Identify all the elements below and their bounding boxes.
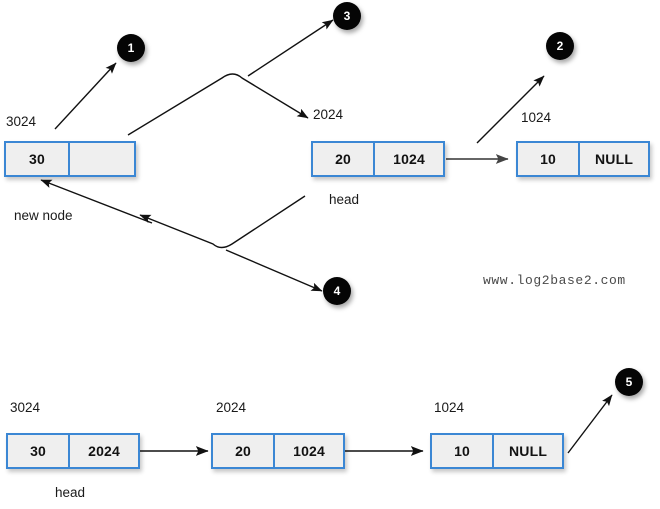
arrow-to-step-5	[567, 394, 613, 454]
node-data-cell: 20	[213, 435, 274, 467]
node-next-cell: NULL	[492, 435, 562, 467]
address-label-bottom-1024: 1024	[434, 400, 465, 415]
node-bottom-1024[interactable]: 10 NULL	[430, 433, 564, 469]
address-label-top-new-node: 3024	[6, 114, 37, 129]
arrow-lower-hump-to-step-4	[225, 249, 323, 292]
step-badge-1[interactable]: 1	[117, 34, 145, 62]
node-bottom-2024[interactable]: 20 1024	[211, 433, 345, 469]
node-next-cell	[68, 143, 134, 175]
step-badge-3[interactable]: 3	[333, 2, 361, 30]
step-badge-5[interactable]: 5	[615, 368, 643, 396]
caption-new-node: new node	[14, 208, 73, 223]
caption-head-top: head	[329, 192, 360, 207]
step-badge-2[interactable]: 2	[546, 32, 574, 60]
node-data-cell: 30	[8, 435, 69, 467]
node-top-new-node[interactable]: 30	[4, 141, 136, 177]
caption-head-bottom: head	[55, 485, 86, 500]
node-next-cell: 2024	[68, 435, 138, 467]
address-label-bottom-2024: 2024	[216, 400, 247, 415]
arrow-to-step-1	[54, 62, 117, 130]
step-badge-4[interactable]: 4	[323, 277, 351, 305]
address-label-top-2024: 2024	[313, 107, 344, 122]
node-next-cell: NULL	[578, 143, 648, 175]
node-top-2024[interactable]: 20 1024	[311, 141, 445, 177]
node-data-cell: 10	[432, 435, 493, 467]
node-bottom-3024[interactable]: 30 2024	[6, 433, 140, 469]
node-data-cell: 20	[313, 143, 374, 175]
arrow-head-to-step-4	[139, 195, 306, 249]
address-label-top-1024: 1024	[521, 110, 552, 125]
node-top-1024[interactable]: 10 NULL	[516, 141, 650, 177]
node-data-cell: 10	[518, 143, 579, 175]
node-next-cell: 1024	[373, 143, 443, 175]
watermark-text: www.log2base2.com	[483, 273, 626, 288]
arrow-newnode-to-2024	[127, 73, 309, 136]
diagram-canvas: 3024 30 new node 2024 20 1024 head 1024 …	[0, 0, 660, 509]
node-data-cell: 30	[6, 143, 69, 175]
address-label-bottom-3024: 3024	[10, 400, 41, 415]
node-next-cell: 1024	[273, 435, 343, 467]
arrow-to-step-3	[247, 19, 334, 77]
